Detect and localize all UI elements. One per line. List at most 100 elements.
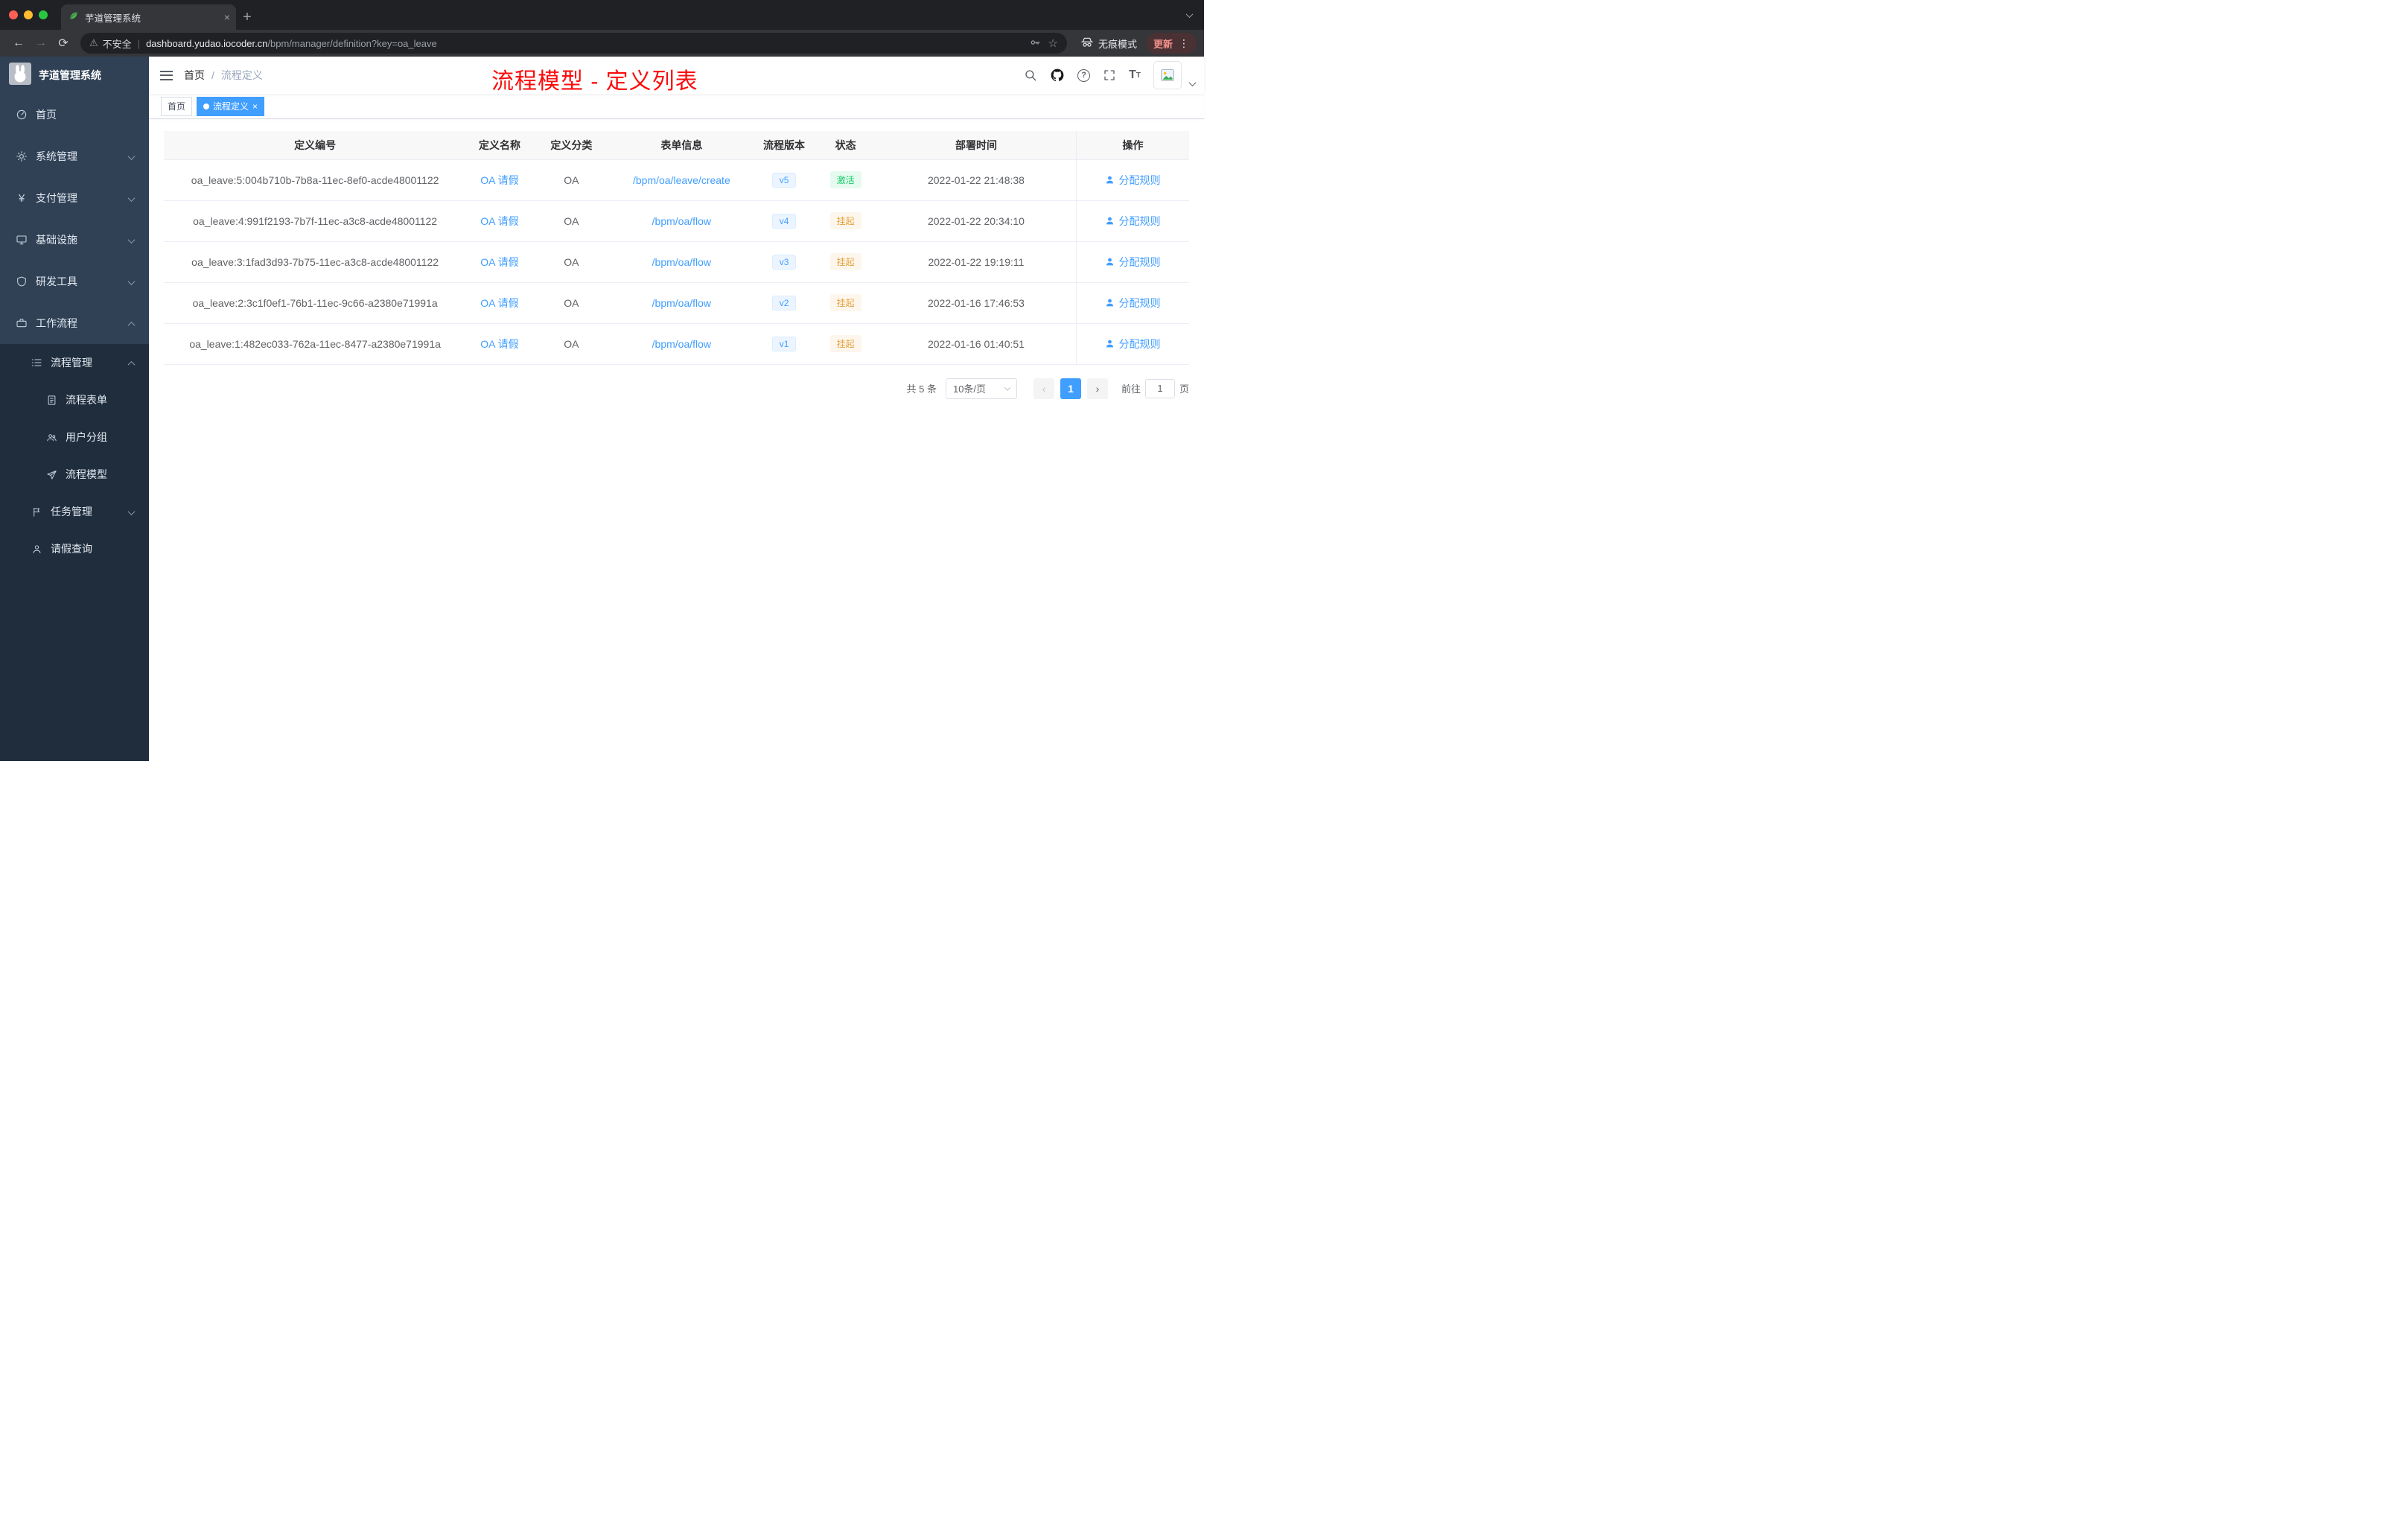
window-zoom-button[interactable]: [39, 10, 48, 19]
form-link[interactable]: /bpm/oa/flow: [652, 338, 711, 350]
definition-name-link[interactable]: OA 请假: [480, 256, 518, 268]
status-badge: 挂起: [829, 335, 861, 352]
tag-close-icon[interactable]: ×: [252, 101, 258, 112]
col-form-info: 表单信息: [609, 131, 754, 160]
assign-rule-button[interactable]: 分配规则: [1105, 255, 1160, 270]
sidebar-item-process-form[interactable]: 流程表单: [0, 381, 149, 418]
next-page-button[interactable]: ›: [1086, 378, 1108, 399]
assign-rule-label: 分配规则: [1118, 337, 1161, 350]
col-operation: 操作: [1075, 131, 1189, 160]
goto-label: 前往: [1121, 383, 1141, 395]
avatar[interactable]: [1153, 61, 1182, 89]
sidebar-item-process-model[interactable]: 流程模型: [0, 456, 149, 493]
password-key-icon[interactable]: [1029, 36, 1041, 51]
status-badge: 挂起: [829, 294, 861, 311]
tag-home[interactable]: 首页: [161, 96, 193, 116]
chevron-down-icon: [1004, 383, 1011, 391]
assign-rule-label: 分配规则: [1118, 296, 1161, 309]
goto-page-input[interactable]: [1144, 378, 1175, 398]
sidebar-item-system-management[interactable]: 系统管理: [0, 136, 149, 177]
navbar-actions: ? TT: [1024, 60, 1204, 90]
sidebar-item-user-group[interactable]: 用户分组: [0, 418, 149, 456]
table-row: oa_leave:5:004b710b-7b8a-11ec-8ef0-acde4…: [164, 159, 1189, 201]
page-size-select[interactable]: 10条/页: [945, 378, 1017, 399]
col-deploy-time: 部署时间: [876, 131, 1077, 160]
page-size-value: 10条/页: [952, 383, 987, 395]
assign-rule-button[interactable]: 分配规则: [1105, 296, 1160, 311]
sidebar-item-payment-management[interactable]: ¥ 支付管理: [0, 177, 149, 219]
shield-icon: [15, 276, 28, 287]
url-domain: dashboard.yudao.iocoder.cn: [146, 37, 268, 49]
form-link[interactable]: /bpm/oa/leave/create: [633, 174, 730, 186]
avatar-caret-icon[interactable]: [1188, 77, 1197, 90]
version-tag: v2: [771, 295, 797, 311]
forward-icon[interactable]: →: [30, 36, 52, 50]
briefcase-icon: [15, 317, 28, 329]
sidebar-item-process-management[interactable]: 流程管理: [0, 344, 149, 381]
reload-icon[interactable]: ⟳: [52, 36, 74, 51]
sidebar-item-label: 流程管理: [51, 357, 92, 369]
definition-name-link[interactable]: OA 请假: [480, 297, 518, 309]
assign-rule-button[interactable]: 分配规则: [1105, 214, 1160, 229]
sidebar-item-dev-tools[interactable]: 研发工具: [0, 261, 149, 302]
main-area: 首页 / 流程定义 流程模型 - 定义列表 ? TT 首页 流程定义 × 定义编…: [149, 57, 1204, 761]
definition-name-link[interactable]: OA 请假: [480, 338, 518, 350]
chevron-down-icon: [127, 276, 136, 287]
browser-tab[interactable]: 芋道管理系统 ×: [61, 4, 236, 30]
sidebar-item-leave-query[interactable]: 请假查询: [0, 530, 149, 567]
help-icon[interactable]: ?: [1077, 69, 1091, 82]
tab-search-icon[interactable]: [1185, 0, 1194, 30]
window-minimize-button[interactable]: [24, 10, 33, 19]
definition-category: OA: [532, 282, 610, 324]
page-1-button[interactable]: 1: [1060, 378, 1081, 399]
user-icon: [1106, 176, 1114, 184]
sidebar-item-home[interactable]: 首页: [0, 94, 149, 136]
breadcrumb-separator: /: [211, 69, 214, 81]
deploy-time: 2022-01-22 20:34:10: [876, 200, 1077, 242]
hamburger-icon[interactable]: [149, 68, 184, 83]
form-link[interactable]: /bpm/oa/flow: [652, 297, 711, 309]
assign-rule-button[interactable]: 分配规则: [1105, 173, 1160, 188]
form-link[interactable]: /bpm/oa/flow: [652, 256, 711, 268]
tag-process-definition[interactable]: 流程定义 ×: [197, 96, 265, 116]
col-definition-id: 定义编号: [164, 131, 467, 160]
breadcrumb-home[interactable]: 首页: [184, 68, 205, 83]
tab-close-icon[interactable]: ×: [224, 11, 230, 23]
bookmark-star-icon[interactable]: ☆: [1048, 36, 1058, 50]
browser-menu-icon[interactable]: ⋮: [1179, 38, 1189, 48]
assign-rule-button[interactable]: 分配规则: [1105, 337, 1160, 351]
user-icon: [1106, 217, 1114, 225]
tag-active-dot: [203, 103, 210, 109]
definition-category: OA: [532, 200, 610, 242]
prev-page-button[interactable]: ‹: [1033, 378, 1054, 399]
font-size-icon[interactable]: TT: [1129, 69, 1141, 82]
chevron-down-icon: [127, 506, 136, 518]
sidebar-item-workflow[interactable]: 工作流程: [0, 302, 149, 344]
chevron-down-icon: [127, 150, 136, 162]
update-label[interactable]: 更新: [1153, 36, 1173, 51]
address-bar[interactable]: ⚠ 不安全 | dashboard.yudao.iocoder.cn /bpm/…: [80, 33, 1067, 54]
pagination-total: 共 5 条: [906, 383, 937, 395]
pagination: 共 5 条 10条/页 ‹ 1 › 前往 页: [164, 378, 1189, 399]
definition-table: 定义编号 定义名称 定义分类 表单信息 流程版本 状态 部署时间 操作 oa_l…: [164, 131, 1189, 365]
github-icon[interactable]: [1050, 68, 1065, 83]
browser-update-chip[interactable]: 更新 ⋮: [1145, 33, 1197, 54]
sidebar-item-infrastructure[interactable]: 基础设施: [0, 219, 149, 261]
sidebar-logo-row[interactable]: 芋道管理系统: [0, 57, 149, 94]
security-label[interactable]: 不安全: [103, 36, 132, 51]
form-link[interactable]: /bpm/oa/flow: [652, 215, 711, 227]
search-icon[interactable]: [1024, 69, 1037, 82]
sidebar-item-task-management[interactable]: 任务管理: [0, 493, 149, 530]
app-logo: [9, 62, 31, 89]
definition-name-link[interactable]: OA 请假: [480, 215, 518, 227]
sidebar-item-label: 工作流程: [36, 317, 77, 329]
sidebar-item-label: 基础设施: [36, 234, 77, 246]
paper-plane-icon: [45, 469, 58, 480]
fullscreen-icon[interactable]: [1103, 69, 1116, 82]
window-close-button[interactable]: [9, 10, 18, 19]
url-path: /bpm/manager/definition?key=oa_leave: [267, 37, 437, 49]
definition-name-link[interactable]: OA 请假: [480, 174, 518, 186]
new-tab-button[interactable]: +: [236, 4, 258, 30]
back-icon[interactable]: ←: [7, 36, 30, 50]
table-header-row: 定义编号 定义名称 定义分类 表单信息 流程版本 状态 部署时间 操作: [164, 131, 1189, 160]
